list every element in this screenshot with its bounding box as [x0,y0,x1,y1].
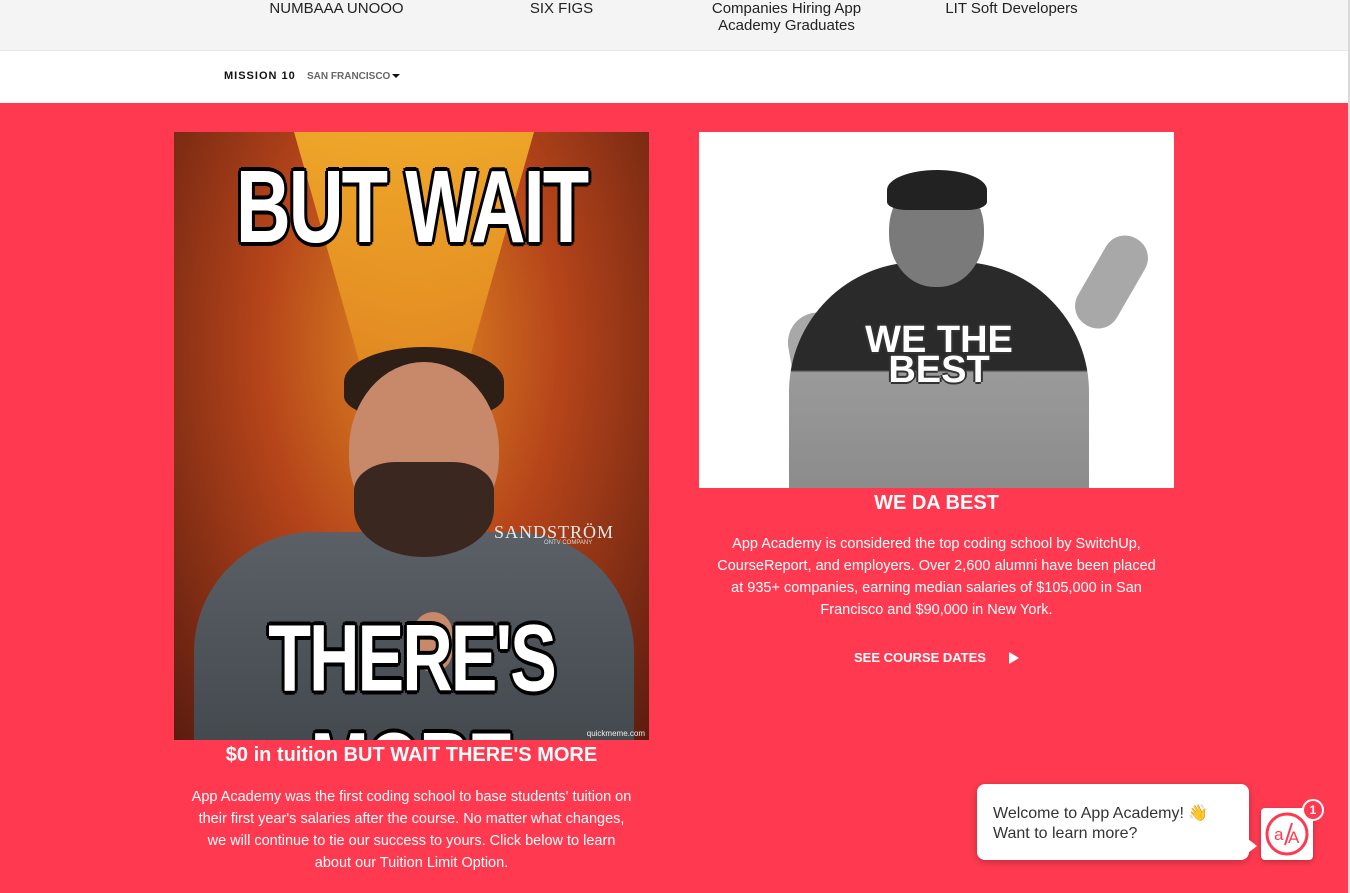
meme-bottom-text: THERE'S MORE [268,605,557,740]
stat-numbaaa-unooo: NUMBAAA UNOOO [269,0,404,17]
stat-six-figs: SIX FIGS [529,0,594,17]
see-course-dates-link[interactable]: SEE COURSE DATES [854,650,986,665]
city-dropdown-label: SAN FRANCISCO [307,71,391,82]
meme-cap [887,170,987,210]
tuition-description: App Academy was the first coding school … [191,789,632,871]
chat-greeting: Welcome to App Academy! 👋 [993,805,1209,822]
meme-watermark: quickmeme.com [586,729,645,738]
subnav-bar [0,51,1350,103]
we-da-best-description: App Academy is considered the top coding… [717,536,1156,618]
stats-bar: NUMBAAA UNOOO SIX FIGS Companies Hiring … [0,0,1350,51]
tuition-heading: $0 in tuition BUT WAIT THERE'S MORE [225,744,598,766]
svg-text:a: a [1274,825,1284,844]
meme-overlay-text: WE THE BEST [865,319,1013,391]
play-arrow-icon[interactable] [1009,652,1019,664]
caret-down-icon [392,74,401,79]
stat-lit-soft-developers: LIT Soft Developers [945,0,1078,17]
meme-image-but-wait: SANDSTRÖM ONTV COMPANY BUT WAIT THERE'S … [174,132,649,740]
we-da-best-heading: WE DA BEST [874,492,999,514]
stat-companies-hiring: Companies Hiring App Academy Graduates [711,0,862,34]
shirt-brand-subtext: ONTV COMPANY [544,540,593,546]
chat-popup[interactable]: Welcome to App Academy! 👋 Want to learn … [977,784,1257,860]
chat-prompt: Want to learn more? [993,825,1138,842]
meme-beard [354,462,494,557]
notification-badge: 1 [1302,799,1324,821]
meme-top-text: BUT WAIT [235,150,589,265]
meme-arm-right [1067,227,1156,337]
app-academy-logo-icon: a A [1265,812,1309,856]
city-dropdown[interactable]: SAN FRANCISCO [307,71,401,82]
meme-image-we-the-best: WE THE BEST [699,132,1174,488]
svg-text:A: A [1288,828,1300,847]
mission-label: MISSION 10 [224,70,296,82]
